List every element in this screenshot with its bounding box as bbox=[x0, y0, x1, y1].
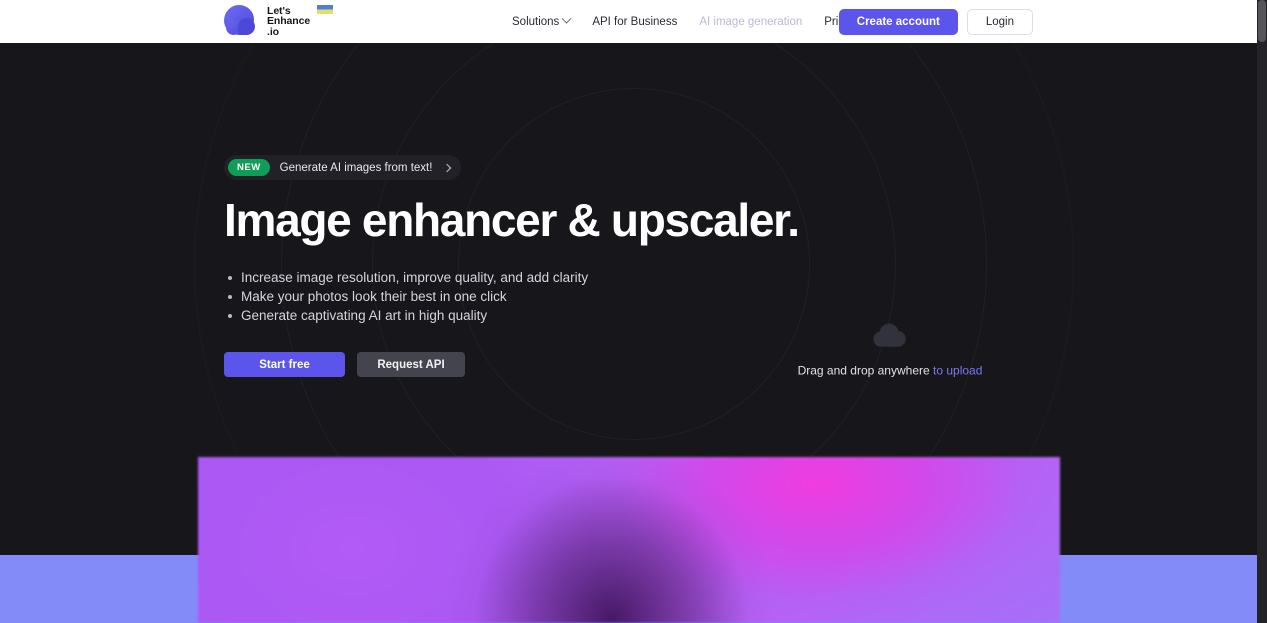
nav-item-solutions[interactable]: Solutions bbox=[512, 13, 572, 28]
dropzone-text: Drag and drop anywhere to upload bbox=[798, 364, 983, 378]
nav-label-solutions: Solutions bbox=[512, 15, 560, 28]
page-title: Image enhancer & upscaler. bbox=[224, 194, 800, 246]
nav-label-ai-image-generation: AI image generation bbox=[699, 15, 803, 28]
badge-new-tag: NEW bbox=[228, 159, 270, 176]
upload-dropzone[interactable]: Drag and drop anywhere to upload bbox=[798, 323, 983, 378]
create-account-button[interactable]: Create account bbox=[838, 8, 958, 35]
hero-content: NEW Generate AI images from text! Image … bbox=[224, 155, 800, 378]
showcase-image bbox=[198, 457, 1060, 623]
badge-text: Generate AI images from text! bbox=[279, 161, 433, 174]
list-item: Generate captivating AI art in high qual… bbox=[224, 306, 784, 325]
nav-item-ai-image-generation[interactable]: AI image generation bbox=[699, 16, 802, 28]
new-feature-badge[interactable]: NEW Generate AI images from text! bbox=[224, 155, 462, 180]
list-item: Increase image resolution, improve quali… bbox=[224, 268, 784, 287]
chevron-down-icon bbox=[561, 13, 572, 24]
nav-item-api-for-business[interactable]: API for Business bbox=[592, 16, 677, 28]
page-scrollbar[interactable] bbox=[1257, 0, 1267, 623]
cta-row: Start free Request API bbox=[224, 352, 784, 378]
nav-label-api-for-business: API for Business bbox=[592, 15, 678, 28]
logo[interactable]: Let's Enhance .io bbox=[224, 3, 334, 39]
logo-text: Let's Enhance .io bbox=[267, 4, 334, 38]
header-actions: Create account Login bbox=[838, 0, 1033, 43]
cloud-upload-icon bbox=[873, 323, 907, 347]
logo-line-3: .io bbox=[267, 25, 279, 38]
chevron-right-icon bbox=[443, 163, 452, 172]
scrollbar-thumb[interactable] bbox=[1258, 0, 1266, 42]
request-api-button[interactable]: Request API bbox=[357, 352, 465, 378]
page-root: Let's Enhance .io Solutions API for Busi… bbox=[0, 0, 1267, 623]
feature-list: Increase image resolution, improve quali… bbox=[224, 268, 784, 325]
list-item: Make your photos look their best in one … bbox=[224, 287, 784, 306]
ukraine-flag-icon bbox=[317, 4, 334, 14]
login-button[interactable]: Login bbox=[966, 8, 1033, 35]
site-header: Let's Enhance .io Solutions API for Busi… bbox=[0, 0, 1257, 43]
dropzone-label: Drag and drop anywhere bbox=[797, 363, 930, 378]
logo-blob-icon bbox=[224, 3, 260, 39]
start-free-button[interactable]: Start free bbox=[224, 352, 345, 378]
upload-link[interactable]: to upload bbox=[933, 364, 982, 378]
